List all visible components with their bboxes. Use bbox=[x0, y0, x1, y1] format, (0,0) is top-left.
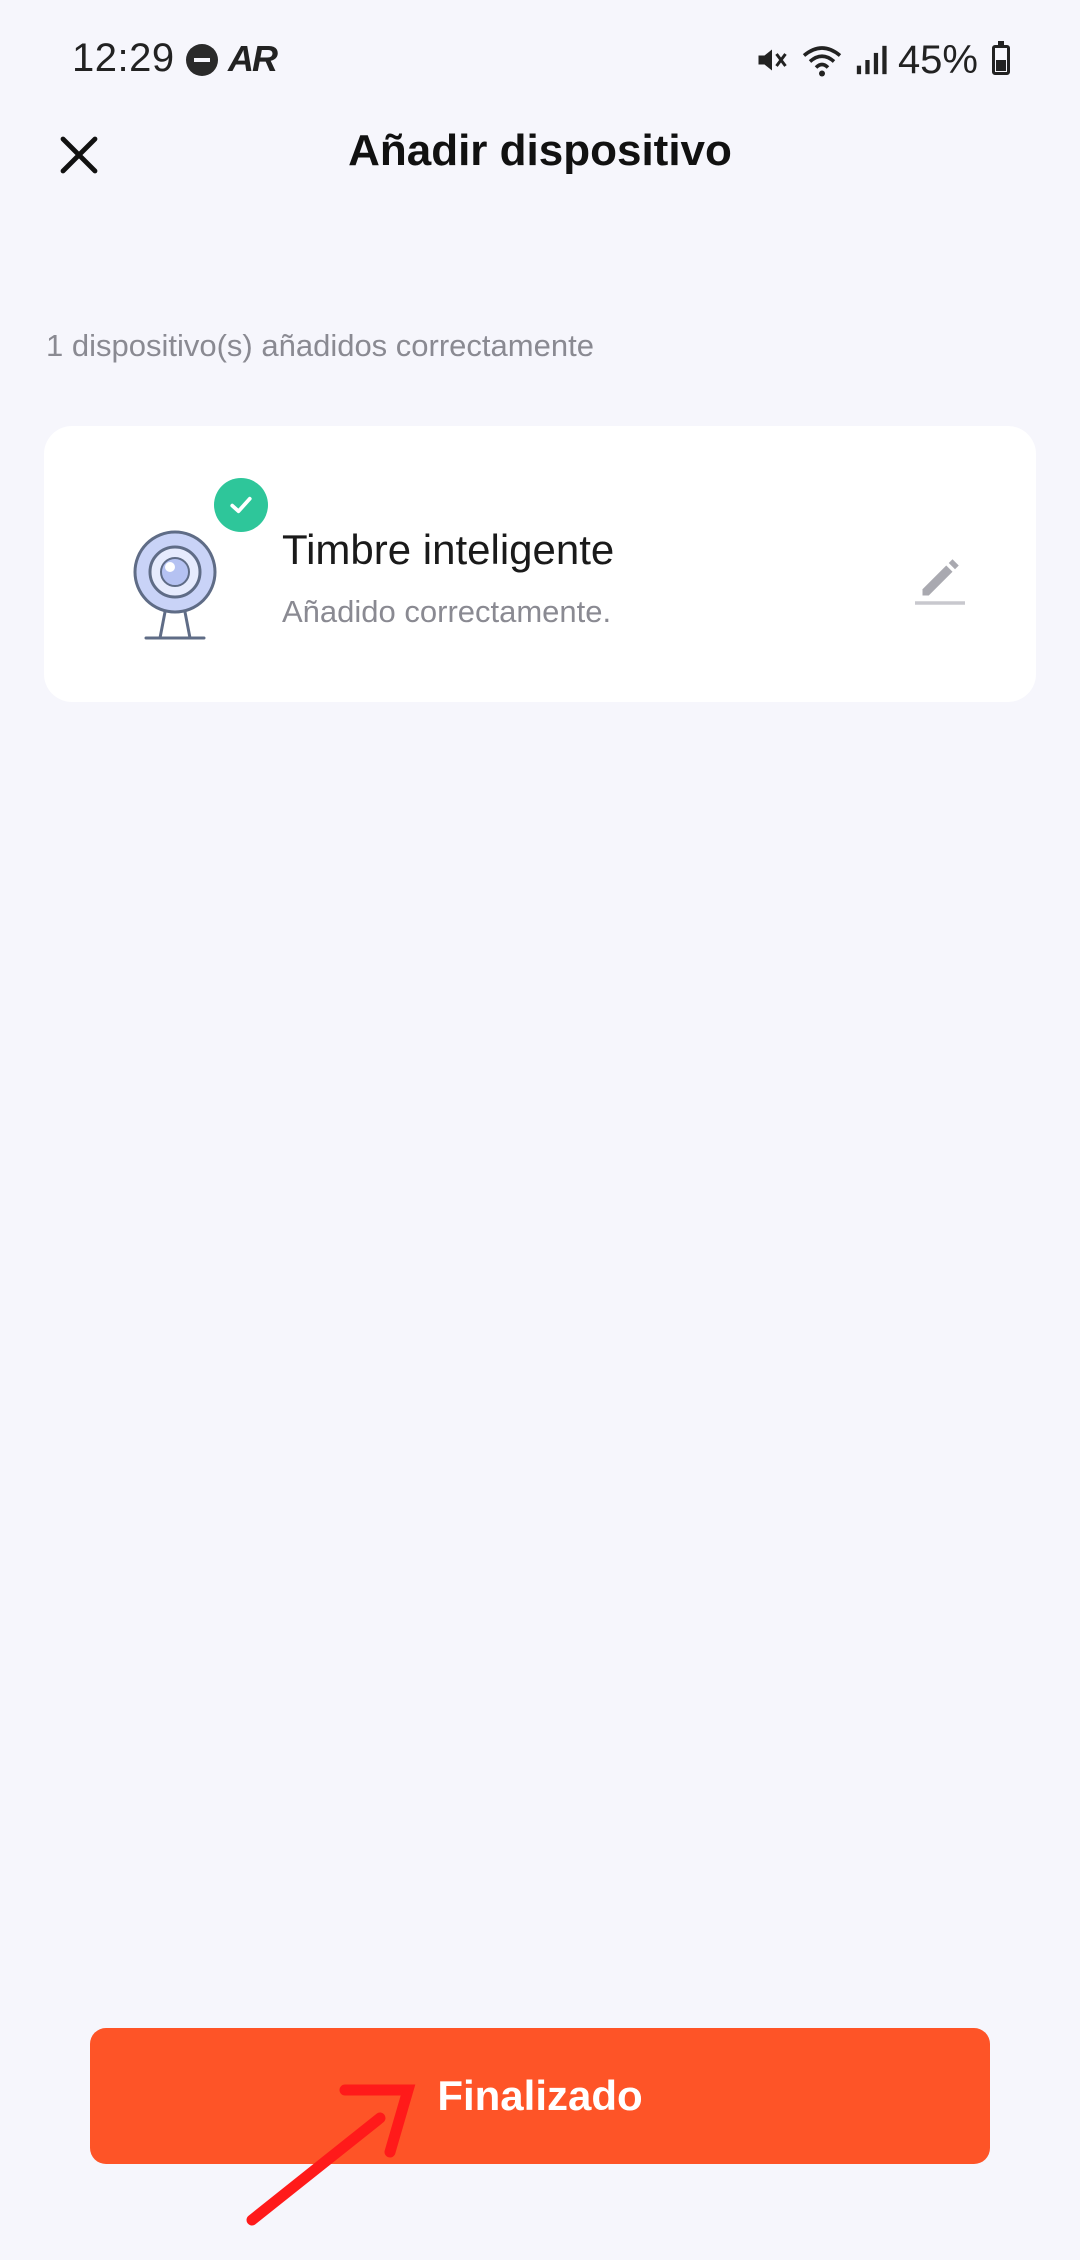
added-summary: 1 dispositivo(s) añadidos correctamente bbox=[46, 328, 594, 363]
signal-icon bbox=[856, 45, 887, 75]
status-time: 12:29 bbox=[72, 36, 175, 80]
device-status: Añadido correctamente. bbox=[282, 594, 612, 629]
camera-icon bbox=[133, 530, 217, 640]
status-bar: 12:29 AR 45% bbox=[0, 0, 1080, 120]
pencil-icon bbox=[915, 559, 965, 605]
battery-icon bbox=[992, 41, 1010, 75]
ar-icon: AR bbox=[228, 38, 278, 79]
device-card: Timbre inteligente Añadido correctamente… bbox=[44, 426, 1036, 702]
mute-icon bbox=[758, 49, 787, 71]
page-title: Añadir dispositivo bbox=[348, 126, 732, 175]
wifi-icon bbox=[802, 46, 842, 77]
screen: 12:29 AR 45% Añadir dispositivo 1 dispos… bbox=[0, 0, 1080, 2260]
edit-device-name-button[interactable] bbox=[910, 548, 970, 608]
finish-button-label: Finalizado bbox=[437, 2072, 643, 2119]
status-right: 45% bbox=[754, 36, 1010, 84]
finish-button[interactable]: Finalizado bbox=[90, 2028, 990, 2164]
check-icon bbox=[230, 496, 252, 514]
device-name: Timbre inteligente bbox=[282, 526, 615, 573]
success-badge bbox=[214, 478, 268, 532]
battery-percentage: 45% bbox=[897, 37, 978, 82]
header: Añadir dispositivo bbox=[0, 110, 1080, 190]
do-not-disturb-icon bbox=[186, 44, 218, 76]
